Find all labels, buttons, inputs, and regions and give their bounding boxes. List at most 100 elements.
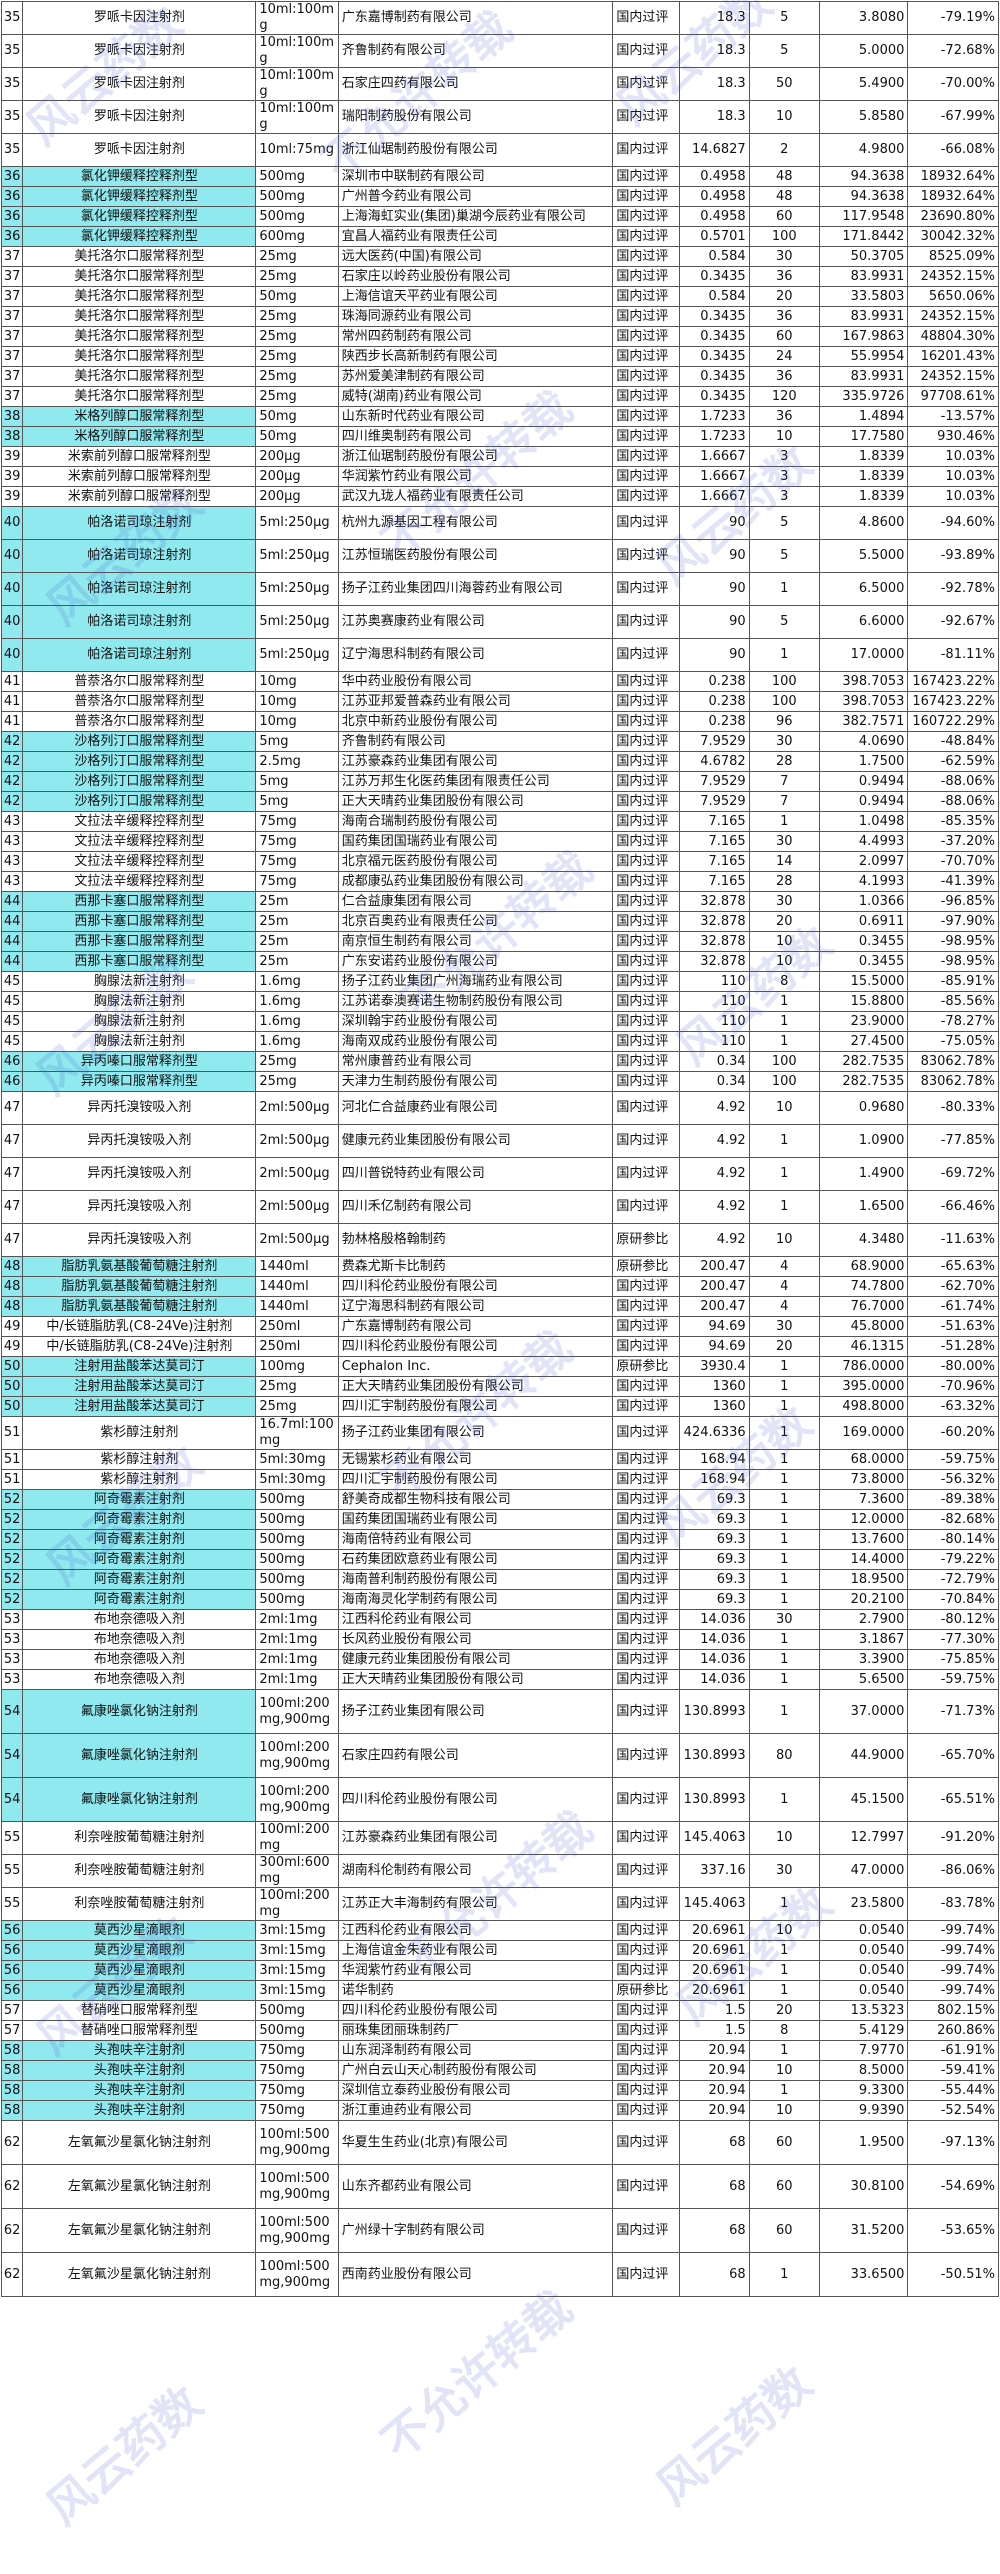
reference-price-cell: 0.3435 [678,326,750,347]
specification-cell: 5ml:30mg [255,1449,339,1470]
row-number-cell: 48 [0,1276,24,1297]
table-row: 47 异丙托溴铵吸入剂 2ml:500μg 健康元药业集团股份有限公司 国内过评 4.92… [0,1124,999,1158]
company-name-cell: 山东润泽制药有限公司 [337,2040,614,2061]
package-quantity-cell: 4 [748,1256,820,1277]
reference-price-cell: 7.165 [678,811,750,832]
row-number-cell: 36 [0,166,24,187]
drug-name-cell: 利奈唑胺葡萄糖注射剂 [22,1887,257,1921]
row-number-cell: 36 [0,226,24,247]
company-name-cell: 辽宁海思科制药有限公司 [337,638,614,672]
evaluation-type-cell: 原研参比 [612,1256,680,1277]
reference-price-cell: 200.47 [678,1296,750,1317]
table-row: 52 阿奇霉素注射剂 500mg 海南倍特药业有限公司 国内过评 69.3 1 13.7600… [0,1529,999,1550]
evaluation-type-cell: 国内过评 [612,2020,680,2041]
row-number-cell: 58 [0,2040,24,2061]
row-number-cell: 43 [0,851,24,872]
unit-price-cell: 6.6000 [818,605,909,639]
watermark-text: 风云药数 [36,2375,212,2536]
drug-name-cell: 文拉法辛缓释控释剂型 [22,831,257,852]
table-row: 43 文拉法辛缓释控释剂型 75mg 国药集团国瑞药业有限公司 国内过评 7.165 30 4… [0,831,999,852]
row-number-cell: 37 [0,386,24,407]
package-quantity-cell: 30 [748,831,820,852]
table-row: 45 胸腺法新注射剂 1.6mg 海南双成药业股份有限公司 国内过评 110 1 27.450… [0,1031,999,1052]
company-name-cell: 国药集团国瑞药业有限公司 [337,831,614,852]
company-name-cell: 四川维奥制药有限公司 [337,426,614,447]
table-row: 52 阿奇霉素注射剂 500mg 舒美奇成都生物科技有限公司 国内过评 69.3 1 7.36… [0,1489,999,1510]
specification-cell: 100ml:500mg,900mg [255,2208,339,2253]
unit-price-cell: 4.1993 [818,871,909,892]
row-number-cell: 51 [0,1469,24,1490]
price-change-percent-cell: -79.19% [907,1,999,35]
row-number-cell: 54 [0,1733,24,1778]
row-number-cell: 58 [0,2080,24,2101]
evaluation-type-cell: 国内过评 [612,266,680,287]
drug-name-cell: 头孢呋辛注射剂 [22,2040,257,2061]
drug-name-cell: 美托洛尔口服常释剂型 [22,326,257,347]
unit-price-cell: 14.4000 [818,1549,909,1570]
table-row: 52 阿奇霉素注射剂 500mg 海南海灵化学制药有限公司 国内过评 69.3 1 20.21… [0,1589,999,1610]
drug-name-cell: 头孢呋辛注射剂 [22,2060,257,2081]
evaluation-type-cell: 国内过评 [612,1469,680,1490]
evaluation-type-cell: 国内过评 [612,572,680,606]
specification-cell: 2ml:1mg [255,1649,339,1670]
specification-cell: 750mg [255,2100,339,2121]
reference-price-cell: 20.94 [678,2100,750,2121]
row-number-cell: 48 [0,1296,24,1317]
specification-cell: 10ml:100mg [255,100,339,134]
package-quantity-cell: 96 [748,711,820,732]
company-name-cell: 江苏奥赛康药业有限公司 [337,605,614,639]
unit-price-cell: 2.0997 [818,851,909,872]
evaluation-type-cell: 国内过评 [612,2000,680,2021]
company-name-cell: 石家庄四药有限公司 [337,67,614,101]
row-number-cell: 37 [0,266,24,287]
row-number-cell: 56 [0,1920,24,1941]
reference-price-cell: 14.6827 [678,133,750,167]
package-quantity-cell: 7 [748,771,820,792]
unit-price-cell: 1.0366 [818,891,909,912]
unit-price-cell: 94.3638 [818,186,909,207]
specification-cell: 750mg [255,2080,339,2101]
reference-price-cell: 0.238 [678,691,750,712]
specification-cell: 500mg [255,1589,339,1610]
evaluation-type-cell: 国内过评 [612,306,680,327]
company-name-cell: 海南普利制药股份有限公司 [337,1569,614,1590]
package-quantity-cell: 60 [748,2208,820,2253]
drug-name-cell: 布地奈德吸入剂 [22,1629,257,1650]
specification-cell: 5mg [255,731,339,752]
specification-cell: 50mg [255,406,339,427]
table-row: 42 沙格列汀口服常释剂型 5mg 正大天晴药业集团股份有限公司 国内过评 7.9529 7… [0,791,999,812]
specification-cell: 600mg [255,226,339,247]
price-change-percent-cell: 30042.32% [907,226,999,247]
package-quantity-cell: 30 [748,1609,820,1630]
drug-name-cell: 阿奇霉素注射剂 [22,1509,257,1530]
row-number-cell: 58 [0,2100,24,2121]
reference-price-cell: 110 [678,1011,750,1032]
reference-price-cell: 0.4958 [678,166,750,187]
row-number-cell: 54 [0,1777,24,1822]
price-change-percent-cell: -99.74% [907,1940,999,1961]
reference-price-cell: 337.16 [678,1854,750,1888]
drug-name-cell: 异丙托溴铵吸入剂 [22,1157,257,1191]
row-number-cell: 43 [0,811,24,832]
price-change-percent-cell: -61.91% [907,2040,999,2061]
evaluation-type-cell: 国内过评 [612,539,680,573]
price-change-percent-cell: -66.08% [907,133,999,167]
price-change-percent-cell: -67.99% [907,100,999,134]
table-row: 42 沙格列汀口服常释剂型 2.5mg 江苏豪森药业集团有限公司 国内过评 4.6782 2… [0,751,999,772]
price-change-percent-cell: -70.70% [907,851,999,872]
package-quantity-cell: 30 [748,246,820,267]
price-change-percent-cell: -61.74% [907,1296,999,1317]
evaluation-type-cell: 国内过评 [612,1940,680,1961]
reference-price-cell: 0.4958 [678,186,750,207]
package-quantity-cell: 20 [748,286,820,307]
price-change-percent-cell: -52.54% [907,2100,999,2121]
reference-price-cell: 68 [678,2252,750,2297]
unit-price-cell: 3.1867 [818,1629,909,1650]
company-name-cell: 华润紫竹药业有限公司 [337,466,614,487]
company-name-cell: 江西科伦药业有限公司 [337,1920,614,1941]
specification-cell: 1440ml [255,1296,339,1317]
reference-price-cell: 7.165 [678,831,750,852]
company-name-cell: 勃林格殷格翰制药 [337,1223,614,1257]
drug-name-cell: 脂肪乳氨基酸葡萄糖注射剂 [22,1276,257,1297]
unit-price-cell: 74.7800 [818,1276,909,1297]
